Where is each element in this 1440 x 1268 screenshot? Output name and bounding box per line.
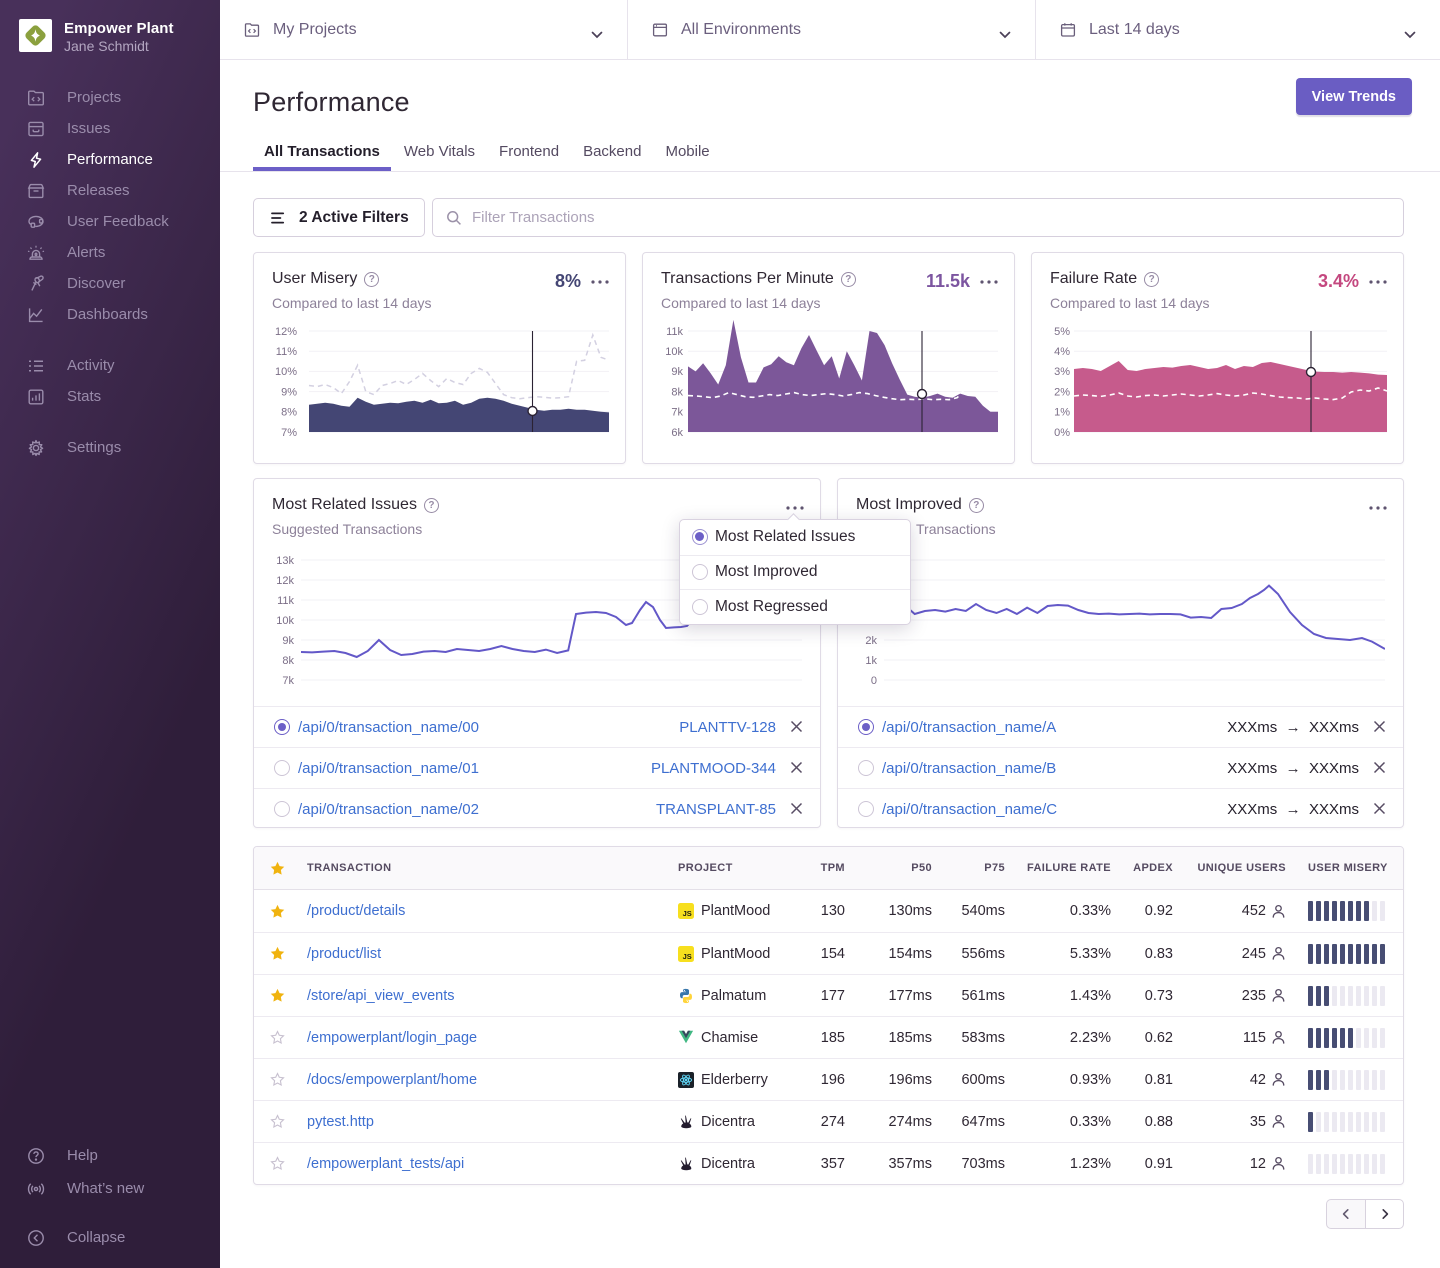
svg-text:7k: 7k (282, 675, 294, 687)
svg-text:10k: 10k (276, 615, 294, 627)
svg-text:2k: 2k (865, 635, 877, 647)
svg-text:7%: 7% (281, 427, 297, 437)
svg-text:JS: JS (683, 909, 692, 918)
svg-text:6k: 6k (671, 427, 683, 437)
svg-text:1k: 1k (865, 655, 877, 667)
svg-text:11k: 11k (666, 326, 683, 338)
svg-text:8%: 8% (281, 407, 297, 419)
svg-text:10k: 10k (665, 346, 683, 358)
svg-text:2%: 2% (1054, 387, 1070, 399)
svg-text:12k: 12k (276, 575, 294, 587)
svg-text:1%: 1% (1054, 407, 1070, 419)
svg-text:11k: 11k (277, 595, 294, 607)
svg-text:12%: 12% (275, 326, 297, 338)
svg-text:3%: 3% (1054, 366, 1070, 378)
svg-text:JS: JS (683, 952, 692, 961)
svg-text:4%: 4% (1054, 346, 1070, 358)
svg-text:0: 0 (871, 675, 877, 687)
svg-text:10%: 10% (275, 366, 297, 378)
svg-text:11%: 11% (276, 346, 297, 358)
svg-text:7k: 7k (671, 407, 683, 419)
svg-text:9k: 9k (671, 366, 683, 378)
svg-text:8k: 8k (282, 655, 294, 667)
svg-text:9k: 9k (282, 635, 294, 647)
svg-text:5%: 5% (1054, 326, 1070, 338)
svg-text:13k: 13k (276, 555, 294, 567)
svg-text:0%: 0% (1054, 427, 1070, 437)
svg-text:9%: 9% (281, 387, 297, 399)
svg-text:8k: 8k (671, 387, 683, 399)
